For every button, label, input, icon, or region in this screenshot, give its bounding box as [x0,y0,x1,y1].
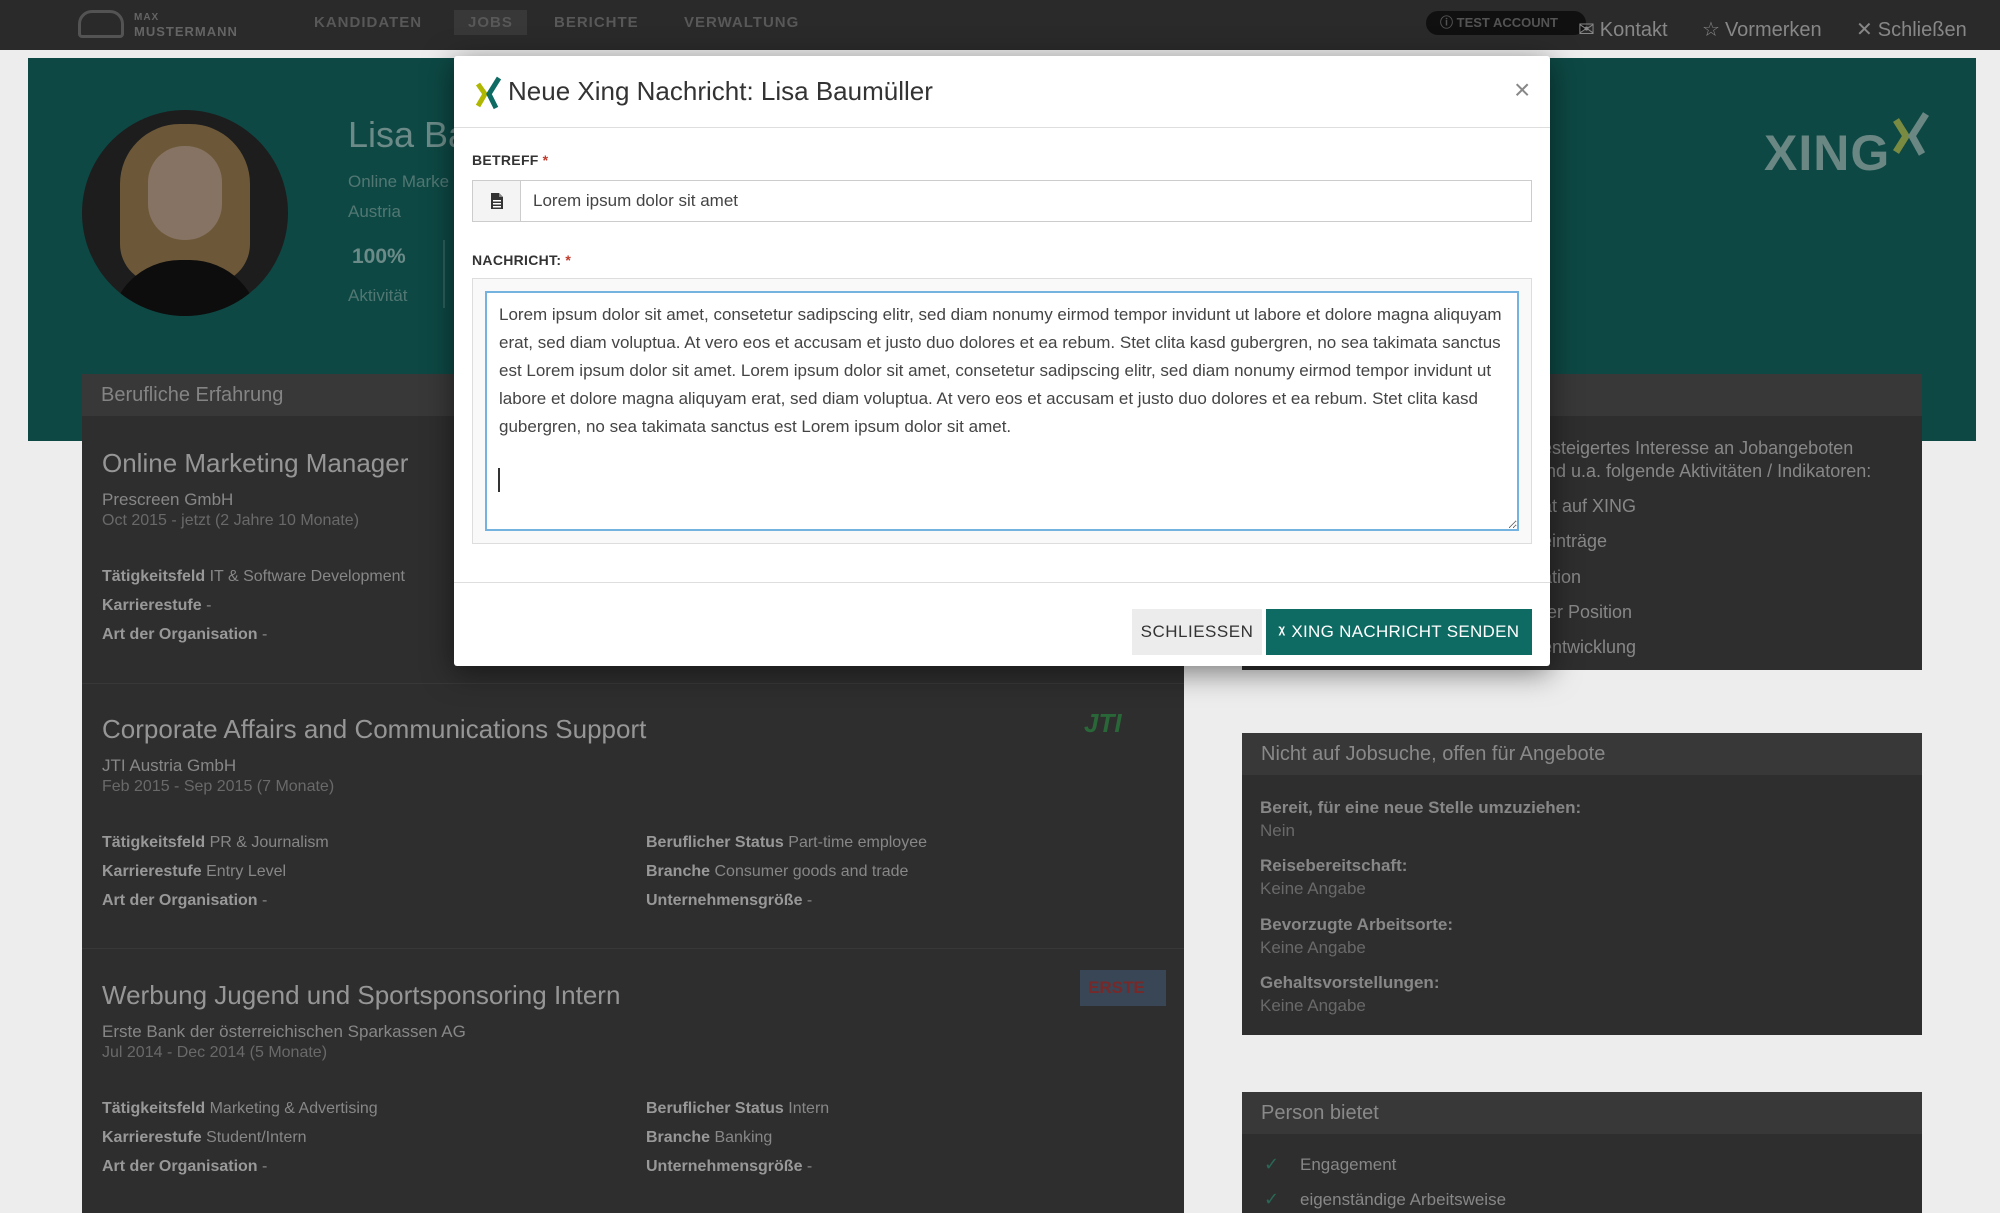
subject-label: BETREFF * [472,152,548,168]
send-xing-message-button[interactable]: ᵡ XING NACHRICHT SENDEN [1266,609,1532,655]
xing-icon [475,76,502,110]
xing-message-modal: Neue Xing Nachricht: Lisa Baumüller × BE… [454,56,1550,666]
modal-title: Neue Xing Nachricht: Lisa Baumüller [508,76,933,106]
modal-close-icon[interactable]: × [1514,76,1530,104]
file-text-icon [491,193,503,209]
required-mark: * [542,152,549,168]
subject-input[interactable] [521,181,1531,221]
required-mark: * [565,252,572,268]
subject-label-text: BETREFF [472,152,539,168]
message-field-wrapper: Lorem ipsum dolor sit amet, consetetur s… [472,278,1532,544]
xing-x-icon: ᵡ [1278,622,1286,641]
subject-addon [473,181,521,221]
modal-header: Neue Xing Nachricht: Lisa Baumüller × [454,56,1550,128]
modal-footer: SCHLIESSEN ᵡ XING NACHRICHT SENDEN [454,582,1550,666]
text-cursor [498,468,500,492]
close-button[interactable]: SCHLIESSEN [1132,609,1262,655]
message-label: NACHRICHT: * [472,252,571,268]
message-label-text: NACHRICHT: [472,252,562,268]
send-button-label: XING NACHRICHT SENDEN [1291,622,1520,641]
subject-field-group [472,180,1532,222]
message-textarea[interactable]: Lorem ipsum dolor sit amet, consetetur s… [485,291,1519,531]
